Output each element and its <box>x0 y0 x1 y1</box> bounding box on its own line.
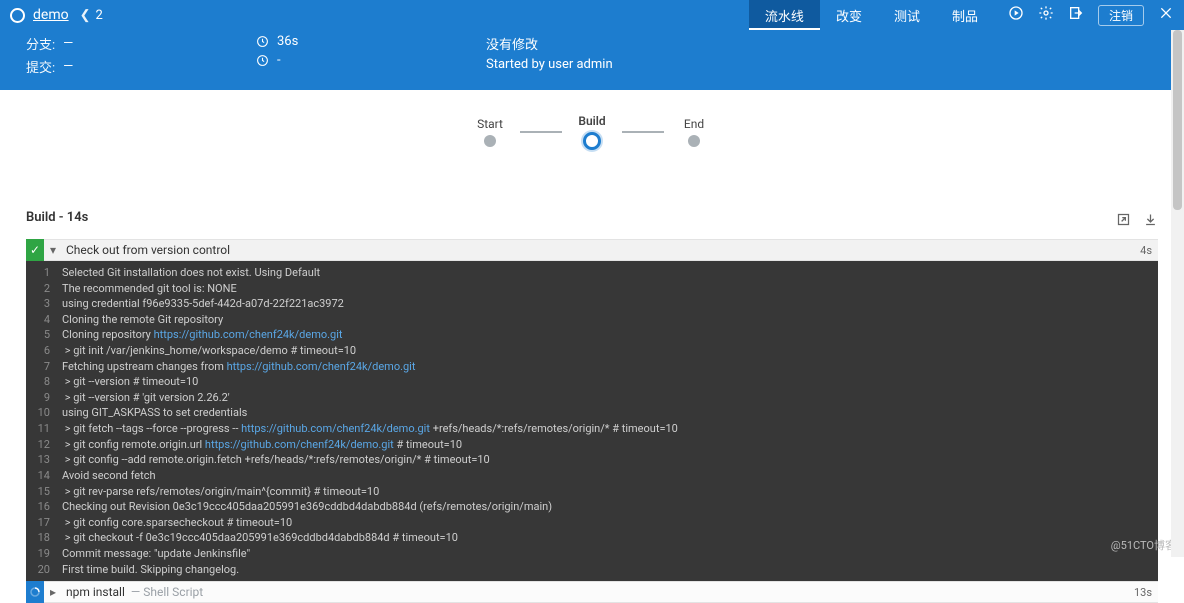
changes-text: 没有修改 <box>486 34 538 53</box>
step-duration: 13s <box>1134 586 1158 599</box>
project-link[interactable]: demo <box>33 7 69 23</box>
commit-value: — <box>63 59 73 74</box>
stage-connector <box>520 131 562 133</box>
duration2-value: - <box>277 53 281 68</box>
download-icon[interactable] <box>1143 212 1158 231</box>
step-name: Check out from version control <box>62 243 230 257</box>
close-icon[interactable] <box>1158 5 1174 25</box>
clock-icon-2 <box>256 54 269 67</box>
step-hint: — Shell Script <box>131 585 203 599</box>
step-row-npm[interactable]: ▸ npm install — Shell Script 13s <box>26 581 1158 603</box>
chevron-right-icon[interactable]: ▸ <box>44 585 62 599</box>
top-header: demo ❮ 2 流水线 改变 测试 制品 注销 <box>0 0 1184 30</box>
tab-changes[interactable]: 改变 <box>820 0 878 30</box>
stage-label-build: Build <box>578 114 605 128</box>
logout-button[interactable]: 注销 <box>1098 5 1144 26</box>
stage-label-end: End <box>684 117 704 131</box>
started-text: Started by user admin <box>486 57 613 72</box>
top-tabs: 流水线 改变 测试 制品 <box>749 0 994 30</box>
open-log-icon[interactable] <box>1116 212 1131 231</box>
stage-node-build[interactable] <box>583 132 601 150</box>
watermark: @51CTO博客 <box>1111 537 1176 553</box>
stage-node-end[interactable] <box>688 135 700 147</box>
clock-icon <box>256 35 269 48</box>
stage-connector <box>622 131 664 133</box>
header-actions: 注销 <box>1008 5 1174 26</box>
chevron-left-icon: ❮ <box>80 8 91 23</box>
exit-icon[interactable] <box>1068 5 1084 25</box>
console-output: 1Selected Git installation does not exis… <box>26 261 1158 581</box>
branch-label: 分支: <box>26 34 55 53</box>
stage-title: Build - 14s <box>26 210 88 225</box>
run-info: 分支: — 提交: — 36s - 没有修改 Started by user adm… <box>0 30 1184 90</box>
duration-value: 36s <box>277 34 298 49</box>
stage-label-start: Start <box>477 117 503 131</box>
step-row-checkout[interactable]: ✓ ▾ Check out from version control 4s <box>26 239 1158 261</box>
step-duration: 4s <box>1140 244 1158 257</box>
stage-graph: Start Build End <box>0 90 1184 210</box>
tab-artifacts[interactable]: 制品 <box>936 0 994 30</box>
tab-tests[interactable]: 测试 <box>878 0 936 30</box>
logo-icon <box>10 8 25 23</box>
chevron-down-icon[interactable]: ▾ <box>44 243 62 257</box>
commit-label: 提交: <box>26 57 55 76</box>
status-ok-icon: ✓ <box>26 239 44 261</box>
stage-node-start[interactable] <box>484 135 496 147</box>
branch-value: — <box>63 36 73 51</box>
run-number: 2 <box>96 8 103 23</box>
stage-panel: Build - 14s ✓ ▾ Check out from version c… <box>0 210 1184 603</box>
status-running-icon <box>26 581 44 603</box>
gear-icon[interactable] <box>1038 5 1054 25</box>
scrollbar-thumb[interactable] <box>1173 30 1182 210</box>
scrollbar[interactable] <box>1171 30 1184 557</box>
tab-pipeline[interactable]: 流水线 <box>749 0 820 30</box>
rerun-icon[interactable] <box>1008 5 1024 25</box>
step-name: npm install <box>62 585 125 599</box>
